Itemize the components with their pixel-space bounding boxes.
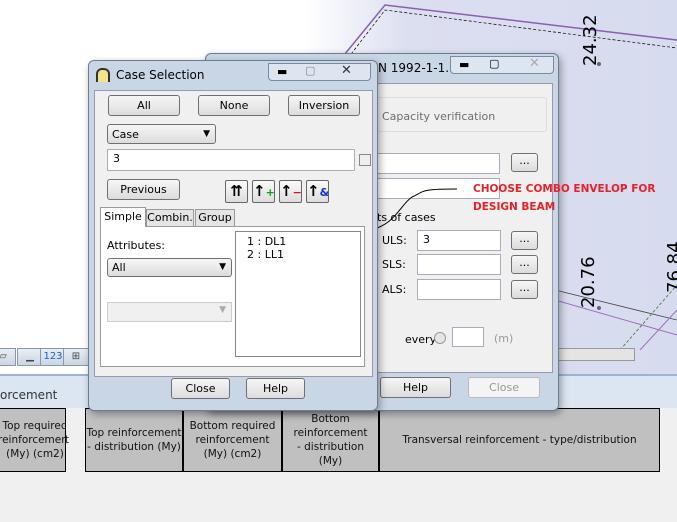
all-loads-icon[interactable]: ⇈ (225, 180, 248, 203)
every-input[interactable] (452, 327, 484, 347)
dimension-label: 20.76 (578, 256, 599, 308)
attributes-label: Attributes: (107, 239, 166, 252)
selection-checkbox[interactable] (359, 154, 371, 166)
close-button[interactable]: Close (171, 378, 230, 399)
dialog-title: N 1992-1-1... (378, 61, 457, 75)
minimize-icon[interactable]: ▬ (459, 58, 469, 71)
panel-title: orcement (0, 388, 58, 402)
tab-group[interactable]: Group (195, 209, 235, 227)
close-icon[interactable]: ✕ (529, 56, 540, 71)
dimension-label: 76.84 (664, 241, 677, 293)
browse-button[interactable]: ... (511, 153, 538, 172)
maximize-icon[interactable]: ▢ (305, 64, 315, 77)
als-browse-button[interactable]: ... (511, 280, 538, 299)
structure-view-icon[interactable]: ⊞ (63, 348, 89, 366)
intersect-load-icon[interactable]: ↑& (306, 180, 329, 203)
chevron-down-icon: ▼ (219, 262, 226, 272)
every-label: every (405, 333, 437, 346)
app-icon (96, 68, 110, 82)
every-radio[interactable] (434, 332, 446, 344)
add-load-icon[interactable]: ↑+ (252, 180, 275, 203)
attribute-value-select[interactable]: ▼ (107, 302, 232, 322)
attributes-value: All (112, 261, 126, 274)
case-list-item[interactable]: 1 : DL1 (247, 235, 360, 248)
sls-browse-button[interactable]: ... (511, 255, 538, 274)
case-selection-dialog: Case Selection ▬ ▢ ✕ All None Inversion … (88, 60, 378, 411)
attributes-select[interactable]: All ▼ (107, 258, 232, 277)
selection-input[interactable]: 3 (107, 149, 355, 171)
annotation-line: DESIGN BEAM (473, 201, 556, 213)
help-button[interactable]: Help (380, 377, 451, 398)
help-button[interactable]: Help (246, 378, 305, 399)
inversion-button[interactable]: Inversion (288, 95, 360, 116)
sls-cases-input[interactable] (417, 254, 501, 275)
column-header[interactable]: Bottom reinforcement - distribution (My) (282, 408, 379, 472)
als-label: ALS: (382, 283, 407, 296)
window-controls: ▬ ▢ ✕ (450, 56, 554, 74)
view-icon[interactable]: ▱ (0, 348, 16, 366)
remove-load-icon[interactable]: ↑− (279, 180, 302, 203)
annotation-text: CHOOSE COMBO ENVELOP FOR DESIGN BEAM (473, 180, 655, 216)
als-cases-input[interactable] (417, 279, 501, 300)
annotation-line: CHOOSE COMBO ENVELOP FOR (473, 183, 656, 195)
close-icon[interactable]: ✕ (341, 63, 352, 78)
dimension-label: 24.32 (580, 14, 601, 66)
sls-label: SLS: (382, 258, 406, 271)
dialog-title: Case Selection (116, 68, 205, 82)
minimize-icon[interactable]: ▬ (277, 65, 287, 78)
chevron-down-icon: ▼ (219, 305, 226, 315)
tab-simple[interactable]: Simple (100, 207, 146, 227)
filter-select-value: Case (112, 128, 139, 141)
view-toolbar: ▱ ▁ 123 ⊞ (0, 348, 100, 366)
column-header[interactable]: Transversal reinforcement - type/distrib… (379, 408, 660, 472)
window-controls: ▬ ▢ ✕ (268, 63, 371, 81)
tab-combinations[interactable]: Combin. (146, 209, 194, 227)
maximize-icon[interactable]: ▢ (489, 57, 499, 70)
uls-browse-button[interactable]: ... (511, 231, 538, 250)
select-all-button[interactable]: All (108, 95, 180, 116)
chevron-down-icon: ▼ (203, 129, 210, 139)
horizontal-scrollbar[interactable] (558, 348, 635, 361)
case-list-item[interactable]: 2 : LL1 (247, 248, 360, 261)
previous-button[interactable]: Previous (107, 179, 180, 200)
unit-label: (m) (494, 332, 514, 345)
column-header[interactable]: Top reinforcement - distribution (My) (85, 408, 183, 472)
tab-panel: Attributes: All ▼ ▼ 1 : DL1 2 : LL1 (100, 226, 365, 367)
close-button[interactable]: Close (468, 377, 540, 398)
capacity-verification-option[interactable]: Capacity verification (382, 110, 495, 123)
filter-select[interactable]: Case ▼ (107, 124, 216, 144)
column-header[interactable]: Top required reinforcement (My) (cm2) (0, 408, 66, 472)
column-header[interactable]: Bottom required reinforcement (My) (cm2) (183, 408, 282, 472)
case-list[interactable]: 1 : DL1 2 : LL1 (235, 231, 361, 357)
select-none-button[interactable]: None (198, 95, 270, 116)
